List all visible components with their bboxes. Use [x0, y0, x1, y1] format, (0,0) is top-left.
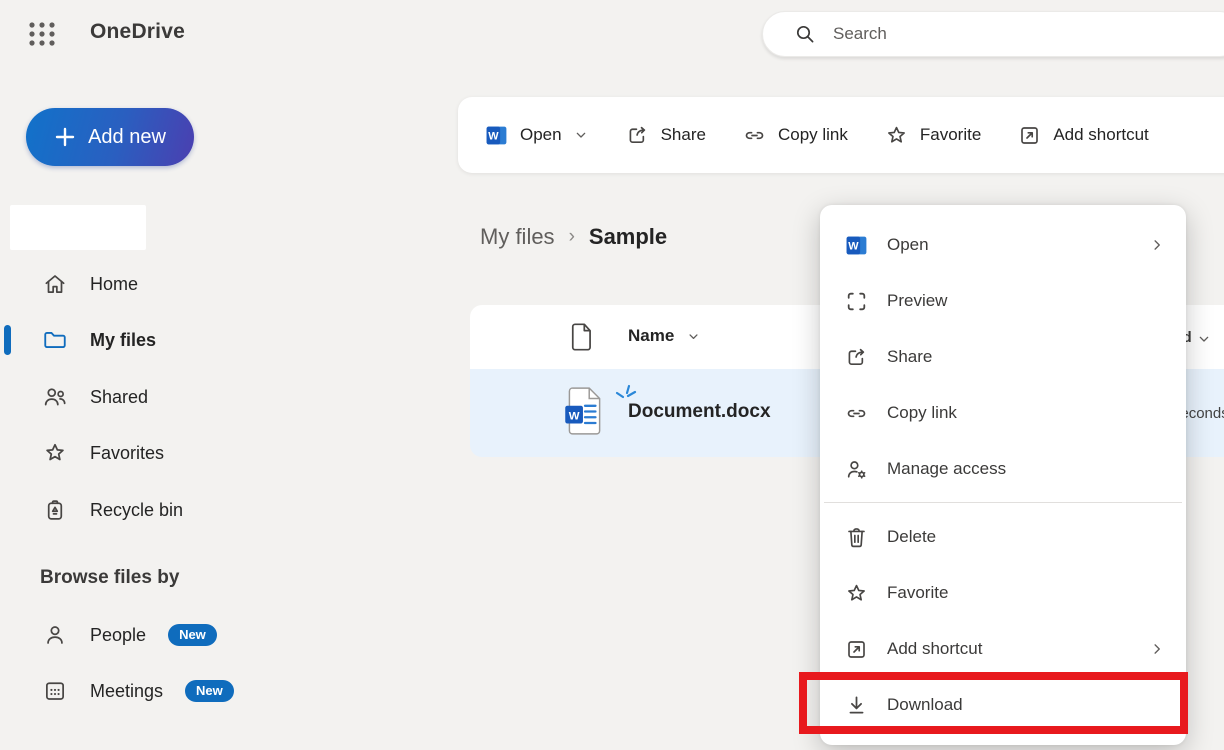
- chevron-down-icon: [686, 329, 701, 344]
- sidebar-item-label: Meetings: [90, 681, 163, 702]
- menu-item-delete[interactable]: Delete: [820, 509, 1186, 565]
- new-badge: New: [168, 624, 217, 646]
- star-icon: [884, 123, 909, 148]
- copy-link-label: Copy link: [778, 125, 848, 145]
- sidebar-item-recycle-bin[interactable]: Recycle bin: [0, 488, 230, 532]
- sidebar-item-home[interactable]: Home: [0, 262, 230, 306]
- menu-item-label: Add shortcut: [887, 639, 1130, 659]
- star-icon: [42, 440, 68, 466]
- chevron-right-icon: [1148, 236, 1166, 254]
- link-icon: [742, 123, 767, 148]
- plus-icon: [54, 126, 76, 148]
- open-button[interactable]: W Open: [484, 123, 589, 148]
- folder-icon: [42, 327, 68, 353]
- share-label: Share: [661, 125, 706, 145]
- svg-text:W: W: [848, 240, 859, 252]
- menu-item-label: Open: [887, 235, 1130, 255]
- word-icon: W: [844, 233, 869, 258]
- sidebar-item-label: People: [90, 625, 146, 646]
- chevron-down-icon: [573, 127, 589, 143]
- menu-item-share[interactable]: Share: [820, 329, 1186, 385]
- menu-item-label: Share: [887, 347, 1166, 367]
- open-label: Open: [520, 125, 562, 145]
- command-toolbar: W Open Share: [458, 97, 1224, 173]
- new-badge: New: [185, 680, 234, 702]
- menu-item-label: Manage access: [887, 459, 1166, 479]
- menu-item-label: Delete: [887, 527, 1166, 547]
- search-input[interactable]: [833, 24, 1224, 44]
- share-button[interactable]: Share: [625, 123, 706, 148]
- menu-item-label: Preview: [887, 291, 1166, 311]
- word-document-icon: W: [563, 386, 605, 436]
- svg-text:W: W: [569, 410, 580, 422]
- add-shortcut-label: Add shortcut: [1053, 125, 1148, 145]
- link-icon: [844, 401, 869, 426]
- name-column-header[interactable]: Name: [628, 326, 701, 346]
- favorite-label: Favorite: [920, 125, 981, 145]
- home-icon: [42, 271, 68, 297]
- add-new-button[interactable]: Add new: [26, 108, 194, 166]
- menu-divider: [824, 502, 1182, 503]
- menu-item-manage-access[interactable]: Manage access: [820, 441, 1186, 497]
- file-name[interactable]: Document.docx: [628, 401, 771, 423]
- page-title: OneDrive: [90, 20, 185, 44]
- sidebar-item-label: Shared: [90, 387, 148, 408]
- browse-files-by-header: Browse files by: [40, 567, 179, 589]
- add-shortcut-button[interactable]: Add shortcut: [1017, 123, 1148, 148]
- copy-link-button[interactable]: Copy link: [742, 123, 848, 148]
- share-icon: [844, 345, 869, 370]
- sidebar-item-people[interactable]: People New: [0, 613, 230, 657]
- file-type-column-icon: [569, 322, 595, 352]
- breadcrumb-my-files[interactable]: My files: [480, 224, 555, 250]
- sidebar-item-my-files[interactable]: My files: [0, 318, 230, 362]
- star-icon: [844, 581, 869, 606]
- delete-icon: [844, 525, 869, 550]
- people-icon: [42, 384, 68, 410]
- manage-access-icon: [844, 457, 869, 482]
- breadcrumb-separator: ›: [569, 226, 575, 248]
- menu-item-label: Favorite: [887, 583, 1166, 603]
- sidebar-item-favorites[interactable]: Favorites: [0, 431, 230, 475]
- sidebar-item-label: Recycle bin: [90, 500, 183, 521]
- preview-icon: [844, 289, 869, 314]
- search-icon: [793, 22, 817, 46]
- favorite-button[interactable]: Favorite: [884, 123, 981, 148]
- person-icon: [42, 622, 68, 648]
- menu-item-download[interactable]: Download: [820, 677, 1186, 733]
- recycle-bin-icon: [42, 497, 68, 523]
- menu-item-label: Copy link: [887, 403, 1166, 423]
- chevron-right-icon: [1148, 640, 1166, 658]
- onedrive-window: OneDrive Add new Home My files: [0, 0, 1224, 750]
- chevron-down-icon: [1196, 331, 1212, 347]
- add-shortcut-icon: [1017, 123, 1042, 148]
- sidebar-item-shared[interactable]: Shared: [0, 375, 230, 419]
- sidebar-item-label: Home: [90, 274, 138, 295]
- menu-item-open[interactable]: W Open: [820, 217, 1186, 273]
- context-menu: W Open Preview: [820, 205, 1186, 745]
- app-launcher-waffle-icon[interactable]: [26, 18, 58, 50]
- menu-item-add-shortcut[interactable]: Add shortcut: [820, 621, 1186, 677]
- breadcrumb: My files › Sample: [480, 224, 667, 250]
- menu-item-copy-link[interactable]: Copy link: [820, 385, 1186, 441]
- sidebar-item-label: My files: [90, 330, 156, 351]
- sidebar-item-label: Favorites: [90, 443, 164, 464]
- download-icon: [844, 693, 869, 718]
- menu-item-favorite[interactable]: Favorite: [820, 565, 1186, 621]
- share-icon: [625, 123, 650, 148]
- word-icon: W: [484, 123, 509, 148]
- sidebar-item-meetings[interactable]: Meetings New: [0, 669, 230, 713]
- menu-item-label: Download: [887, 695, 1166, 715]
- calendar-icon: [42, 678, 68, 704]
- search-bar[interactable]: [762, 11, 1224, 57]
- add-new-label: Add new: [88, 126, 166, 149]
- menu-item-preview[interactable]: Preview: [820, 273, 1186, 329]
- breadcrumb-current-folder: Sample: [589, 224, 667, 250]
- redacted-account-block: [10, 205, 146, 250]
- svg-text:W: W: [488, 130, 499, 142]
- add-shortcut-icon: [844, 637, 869, 662]
